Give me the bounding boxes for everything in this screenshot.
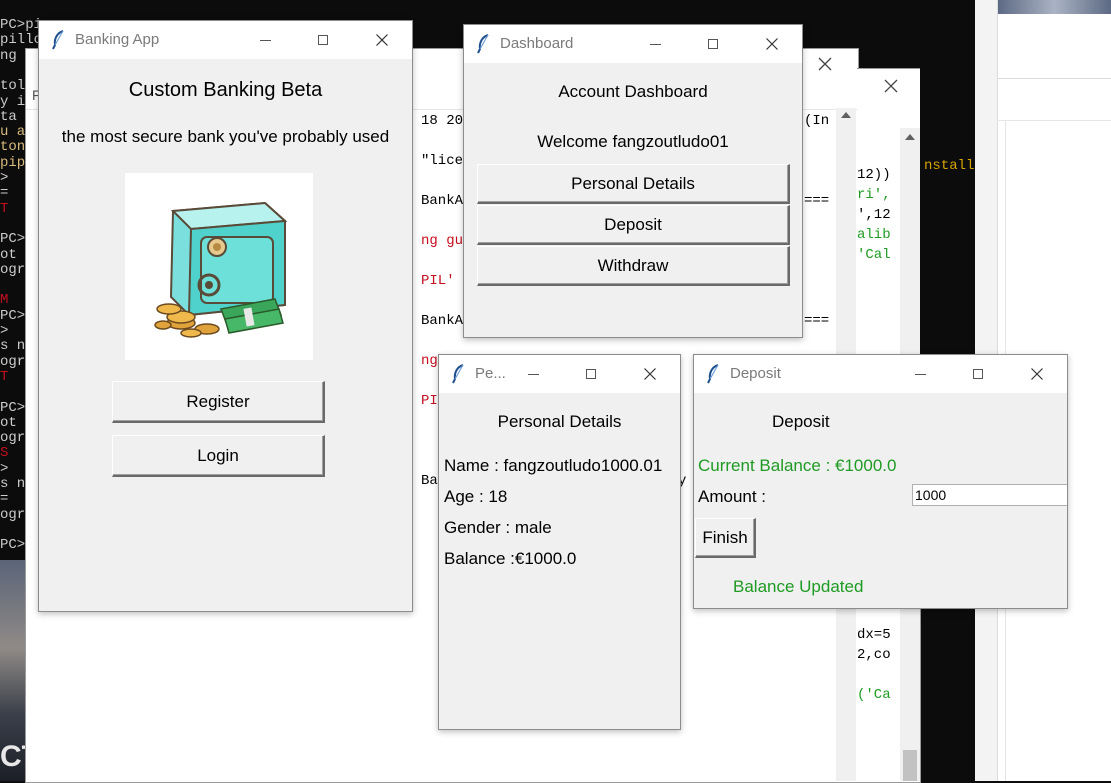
feather-icon xyxy=(707,364,719,384)
maximize-icon[interactable] xyxy=(568,355,614,393)
deposit-heading: Deposit xyxy=(772,412,830,431)
status-message: Balance Updated xyxy=(733,577,864,596)
amount-input[interactable] xyxy=(912,484,1067,506)
terminal-right-strip: nstall xyxy=(920,0,975,360)
safe-illustration xyxy=(125,173,313,360)
personal-details-heading: Personal Details xyxy=(497,412,622,431)
window-title: Pe... xyxy=(475,365,506,382)
personal-details-window: Pe... Personal Details Name : fangzoutlu… xyxy=(438,354,681,730)
code-line: ',12 xyxy=(857,207,891,223)
finish-button[interactable]: Finish xyxy=(695,518,756,558)
wallpaper-text: CT xyxy=(0,740,25,773)
close-icon[interactable] xyxy=(818,57,832,76)
terminal-text: nstall xyxy=(924,158,975,174)
wallpaper-thumbnail xyxy=(998,0,1111,14)
deposit-button[interactable]: Deposit xyxy=(477,205,790,245)
feather-icon xyxy=(52,30,64,50)
feather-icon xyxy=(452,364,464,384)
age-value: Age : 18 xyxy=(444,487,508,506)
window-title: Dashboard xyxy=(500,35,574,52)
close-icon[interactable] xyxy=(749,25,795,63)
code-line: dx=5 xyxy=(857,627,891,643)
scroll-up-icon[interactable] xyxy=(905,134,915,140)
code-line: ri', xyxy=(857,187,891,203)
balance-value: Balance :€1000.0 xyxy=(444,549,577,568)
code-line: 'Cal xyxy=(857,247,891,263)
close-icon[interactable] xyxy=(627,355,673,393)
minimize-icon[interactable] xyxy=(632,25,678,63)
banking-app-window: Banking App Custom Banking Beta the most… xyxy=(38,20,413,612)
window-title: Banking App xyxy=(75,31,160,48)
app-heading: Custom Banking Beta xyxy=(128,79,323,101)
title-bar[interactable]: Banking App xyxy=(39,21,412,59)
app-tagline: the most secure bank you've probably use… xyxy=(61,127,390,146)
welcome-text: Welcome fangzoutludo01 xyxy=(537,132,729,151)
window-title: Deposit xyxy=(730,365,781,382)
gender-value: Gender : male xyxy=(444,518,552,537)
close-icon[interactable] xyxy=(1014,355,1060,393)
deposit-window: Deposit Deposit Current Balance : €1000.… xyxy=(693,354,1068,609)
scroll-thumb[interactable] xyxy=(903,750,917,781)
minimize-icon[interactable] xyxy=(510,355,556,393)
feather-icon xyxy=(477,34,489,54)
minimize-icon[interactable] xyxy=(242,21,288,59)
title-bar[interactable]: Deposit xyxy=(694,355,1067,393)
withdraw-button[interactable]: Withdraw xyxy=(477,246,790,286)
register-button[interactable]: Register xyxy=(112,381,325,423)
dashboard-window: Dashboard Account Dashboard Welcome fang… xyxy=(463,24,803,338)
scroll-up-icon[interactable] xyxy=(841,112,851,118)
code-line: 12)) xyxy=(857,167,891,183)
minimize-icon[interactable] xyxy=(897,355,943,393)
current-balance-text: Current Balance : €1000.0 xyxy=(698,456,897,475)
amount-label: Amount : xyxy=(698,487,767,506)
close-icon[interactable] xyxy=(359,21,405,59)
maximize-icon[interactable] xyxy=(300,21,346,59)
code-line: alib xyxy=(857,227,891,243)
maximize-icon[interactable] xyxy=(955,355,1001,393)
close-icon[interactable] xyxy=(884,79,898,98)
code-line: ('Ca xyxy=(857,687,891,703)
title-bar[interactable]: Pe... xyxy=(439,355,680,393)
dashboard-heading: Account Dashboard xyxy=(558,82,708,101)
title-bar[interactable]: Dashboard xyxy=(464,25,802,63)
code-line: 2,co xyxy=(857,647,891,663)
personal-details-button[interactable]: Personal Details xyxy=(477,164,790,204)
maximize-icon[interactable] xyxy=(690,25,736,63)
name-value: Name : fangzoutludo1000.01 xyxy=(444,456,663,475)
login-button[interactable]: Login xyxy=(112,435,325,477)
